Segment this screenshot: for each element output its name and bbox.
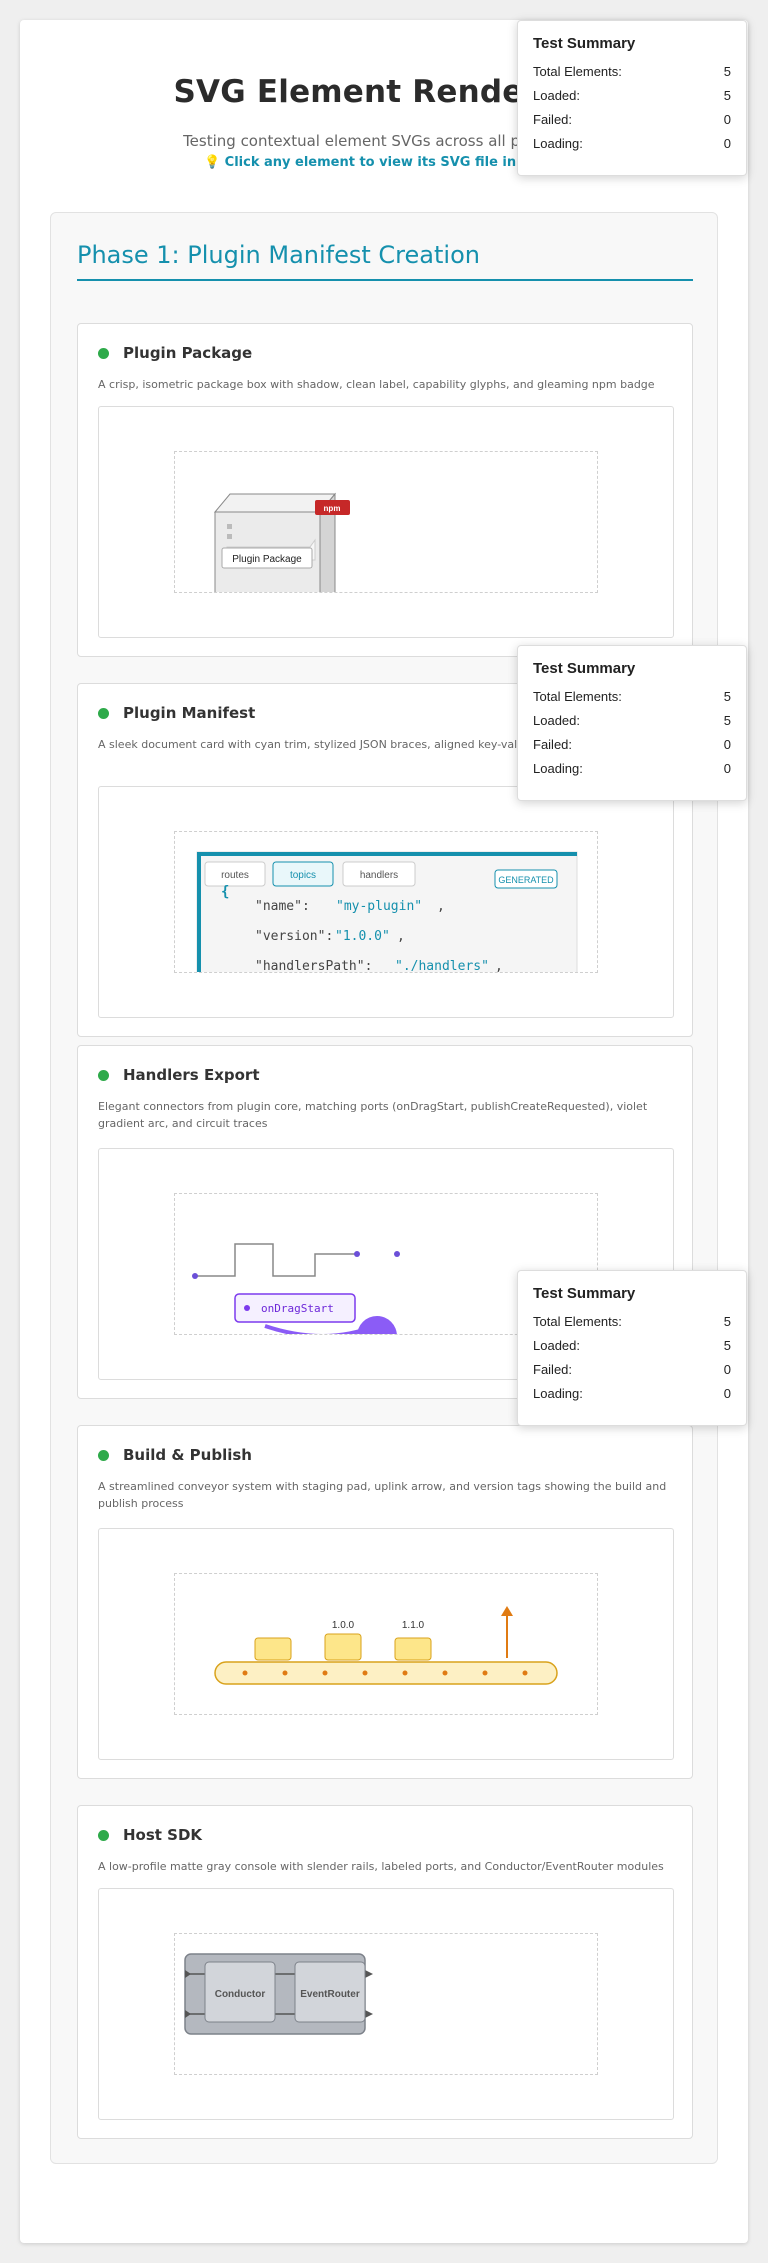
summary-row-total: Total Elements: 5 (533, 1314, 731, 1329)
version-tag: 1.1.0 (402, 1620, 425, 1631)
svg-text:"handlersPath":: "handlersPath": (255, 959, 372, 973)
svg-text:"my-plugin": "my-plugin" (336, 899, 422, 914)
summary-row-failed: Failed: 0 (533, 1362, 731, 1377)
summary-row-loading: Loading: 0 (533, 761, 731, 776)
element-name: Plugin Package (123, 344, 253, 362)
svg-text:GENERATED: GENERATED (498, 875, 554, 885)
svg-text:topics: topics (290, 870, 316, 881)
phase-title: Phase 1: Plugin Manifest Creation (77, 241, 693, 281)
package-box-illustration[interactable]: Plugin Package npm (175, 452, 598, 593)
status-dot (98, 1830, 109, 1841)
svg-preview[interactable]: Conductor EventRouter (98, 1888, 674, 2120)
manifest-document-illustration[interactable]: routes topics handlers GENERATED { "name… (175, 832, 598, 973)
svg-text:,: , (495, 959, 503, 973)
svg-text:"./handlers": "./handlers" (395, 959, 489, 973)
svg-text:onDragStart: onDragStart (261, 1302, 334, 1315)
svg-preview[interactable]: Plugin Package npm (98, 406, 674, 638)
element-description: Elegant connectors from plugin core, mat… (98, 1100, 648, 1130)
status-dot (98, 1450, 109, 1461)
element-card-host-sdk[interactable]: Host SDK A low-profile matte gray consol… (77, 1805, 693, 2139)
svg-preview[interactable]: routes topics handlers GENERATED { "name… (98, 786, 674, 1018)
element-name: Handlers Export (123, 1066, 260, 1084)
svg-text:Conductor: Conductor (215, 1989, 266, 2000)
status-dot (98, 348, 109, 359)
element-card-build-publish[interactable]: Build & Publish A streamlined conveyor s… (77, 1425, 693, 1779)
element-description: A streamlined conveyor system with stagi… (98, 1480, 667, 1510)
summary-row-loaded: Loaded: 5 (533, 1338, 731, 1353)
capability-glyph (227, 534, 232, 539)
package-box (394, 1637, 432, 1661)
svg-frame: Conductor EventRouter (174, 1933, 598, 2075)
status-dot (98, 1070, 109, 1081)
summary-title: Test Summary (533, 35, 636, 52)
svg-text:EventRouter: EventRouter (300, 1989, 360, 2000)
host-console-illustration[interactable]: Conductor EventRouter (175, 1934, 598, 2075)
summary-row-total: Total Elements: 5 (533, 689, 731, 704)
svg-text:"name":: "name": (255, 899, 310, 914)
svg-text:,: , (397, 929, 405, 944)
test-summary-panel: Test Summary Total Elements: 5 Loaded: 5 F… (517, 645, 747, 801)
svg-text:"1.0.0": "1.0.0" (335, 929, 390, 944)
svg-preview[interactable]: 1.0.0 1.1.0 (98, 1528, 674, 1760)
summary-row-loading: Loading: 0 (533, 1386, 731, 1401)
element-description: A crisp, isometric package box with shad… (98, 378, 655, 391)
version-tag: 1.0.0 (332, 1620, 355, 1631)
svg-frame: Plugin Package npm (174, 451, 598, 593)
element-name: Plugin Manifest (123, 704, 256, 722)
summary-row-loaded: Loaded: 5 (533, 713, 731, 728)
package-box (254, 1637, 292, 1661)
status-dot (98, 708, 109, 719)
element-name: Host SDK (123, 1826, 203, 1844)
circuit-trace (195, 1243, 357, 1277)
svg-text:routes: routes (221, 870, 249, 881)
svg-text:"version":: "version": (255, 929, 333, 944)
test-summary-panel: Test Summary Total Elements: 5 Loaded: 5 F… (517, 20, 747, 176)
element-name: Build & Publish (123, 1446, 252, 1464)
package-box (324, 1633, 362, 1661)
conveyor-belt (214, 1661, 558, 1685)
summary-row-failed: Failed: 0 (533, 112, 731, 127)
svg-text:,: , (437, 899, 445, 914)
svg-text:handlers: handlers (360, 870, 398, 881)
summary-title: Test Summary (533, 1285, 636, 1302)
plugin-core (357, 1316, 397, 1334)
capability-glyph (227, 524, 232, 529)
element-description: A low-profile matte gray console with sl… (98, 1860, 664, 1873)
svg-frame: routes topics handlers GENERATED { "name… (174, 831, 598, 973)
summary-row-loading: Loading: 0 (533, 136, 731, 151)
summary-row-loaded: Loaded: 5 (533, 88, 731, 103)
summary-row-failed: Failed: 0 (533, 737, 731, 752)
page-container: SVG Element Rendering Testing contextual… (20, 20, 748, 2243)
svg-frame: 1.0.0 1.1.0 (174, 1573, 598, 1715)
package-label: Plugin Package (232, 554, 302, 565)
conveyor-illustration[interactable]: 1.0.0 1.1.0 (175, 1574, 598, 1715)
svg-text:npm: npm (324, 504, 341, 513)
json-brace: { (221, 884, 229, 900)
summary-title: Test Summary (533, 660, 636, 677)
element-card-plugin-package[interactable]: Plugin Package A crisp, isometric packag… (77, 323, 693, 657)
phase-section: Phase 1: Plugin Manifest Creation Plugin… (50, 212, 718, 2164)
summary-row-total: Total Elements: 5 (533, 64, 731, 79)
test-summary-panel: Test Summary Total Elements: 5 Loaded: 5 F… (517, 1270, 747, 1426)
